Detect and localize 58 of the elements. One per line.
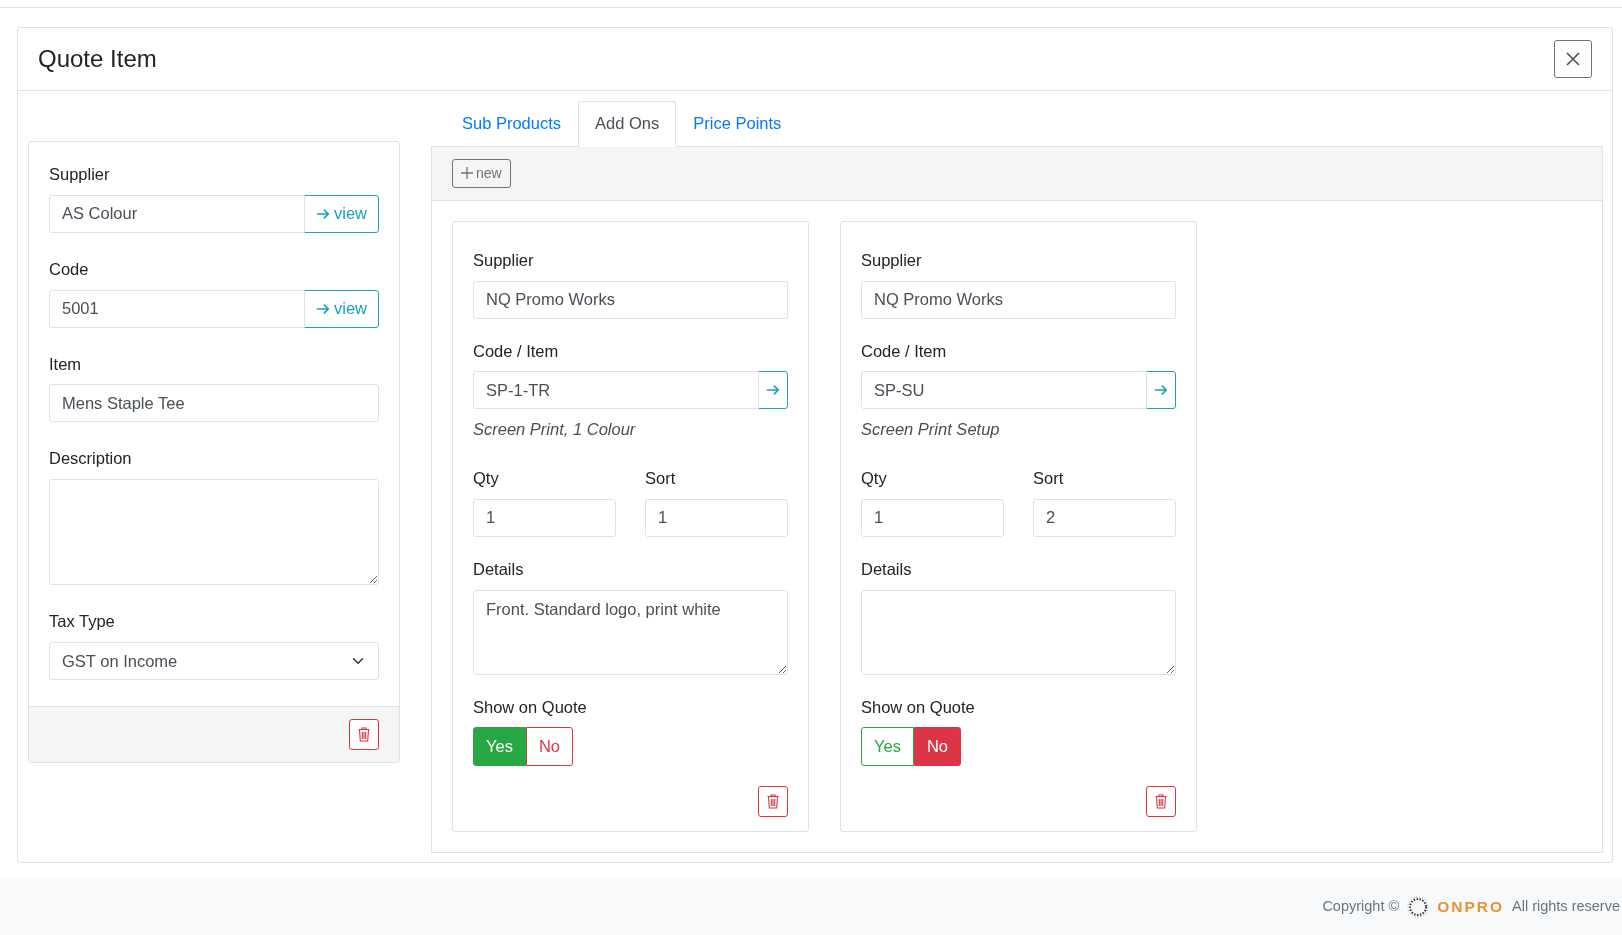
go-button[interactable]	[758, 371, 788, 410]
field-label: Qty	[473, 468, 500, 489]
field-label: Show on Quote	[473, 696, 588, 718]
input-field[interactable]: SP-1-TR	[473, 371, 759, 410]
input-field[interactable]: 1	[473, 498, 616, 537]
field-label: Qty	[861, 468, 888, 489]
trash-icon	[767, 794, 779, 809]
field-label: Description	[49, 448, 133, 470]
input-field[interactable]: NQ Promo Works	[861, 280, 1176, 319]
field-label: Details	[473, 558, 525, 580]
input-field[interactable]: Mens Staple Tee	[49, 384, 379, 423]
rights-text: All rights reserve	[1512, 896, 1620, 916]
arrow-right-icon	[316, 301, 330, 316]
logo-icon	[1407, 895, 1430, 918]
delete-button[interactable]	[758, 786, 788, 817]
input-field[interactable]: SP-SU	[861, 371, 1147, 410]
input-field[interactable]: AS Colour	[49, 194, 305, 233]
item-description: Screen Print Setup	[861, 419, 1001, 441]
trash-icon	[1155, 794, 1167, 809]
input-field[interactable]: 2	[1033, 498, 1176, 537]
close-button[interactable]	[1554, 40, 1592, 78]
arrow-right-icon	[766, 383, 780, 398]
delete-button[interactable]	[349, 718, 379, 750]
arrow-right-icon	[316, 206, 330, 221]
tab[interactable]: Add Ons	[578, 101, 677, 147]
field-label: Details	[861, 558, 913, 580]
field-label: Supplier	[49, 164, 111, 185]
field-label: Supplier	[473, 249, 535, 271]
input-field[interactable]: NQ Promo Works	[473, 280, 788, 319]
go-button[interactable]	[1146, 371, 1176, 410]
close-icon	[1565, 51, 1581, 67]
text-area[interactable]: Front. Standard logo, print white	[473, 589, 788, 675]
new-button[interactable]: new	[452, 158, 511, 188]
delete-button[interactable]	[1146, 786, 1176, 817]
dialog-title: Quote Item	[38, 44, 157, 74]
item-description: Screen Print, 1 Colour	[473, 419, 637, 441]
copyright-text: Copyright ©	[1322, 896, 1400, 916]
field-label: Tax Type	[49, 611, 116, 632]
field-label: Supplier	[861, 249, 923, 271]
tab[interactable]: Price Points	[676, 101, 799, 147]
field-label: Code / Item	[861, 340, 948, 362]
select-field[interactable]: GST on Income	[49, 641, 379, 680]
field-label: Code	[49, 258, 90, 280]
input-field[interactable]: 5001	[49, 289, 305, 328]
brand-name: ONPRO	[1437, 896, 1504, 917]
input-field[interactable]: 1	[645, 498, 788, 537]
arrow-right-icon	[1154, 383, 1168, 398]
plus-icon	[461, 167, 473, 180]
tab[interactable]: Sub Products	[445, 101, 579, 147]
field-label: Sort	[645, 468, 677, 489]
field-label: Code / Item	[473, 340, 560, 362]
trash-icon	[358, 726, 370, 742]
field-label: Item	[49, 353, 83, 375]
toggle-option[interactable]: No	[525, 727, 573, 766]
toggle-option[interactable]: No	[913, 727, 961, 766]
input-field[interactable]: 1	[861, 498, 1004, 537]
field-label: Sort	[1033, 468, 1065, 489]
field-label: Show on Quote	[861, 696, 976, 718]
